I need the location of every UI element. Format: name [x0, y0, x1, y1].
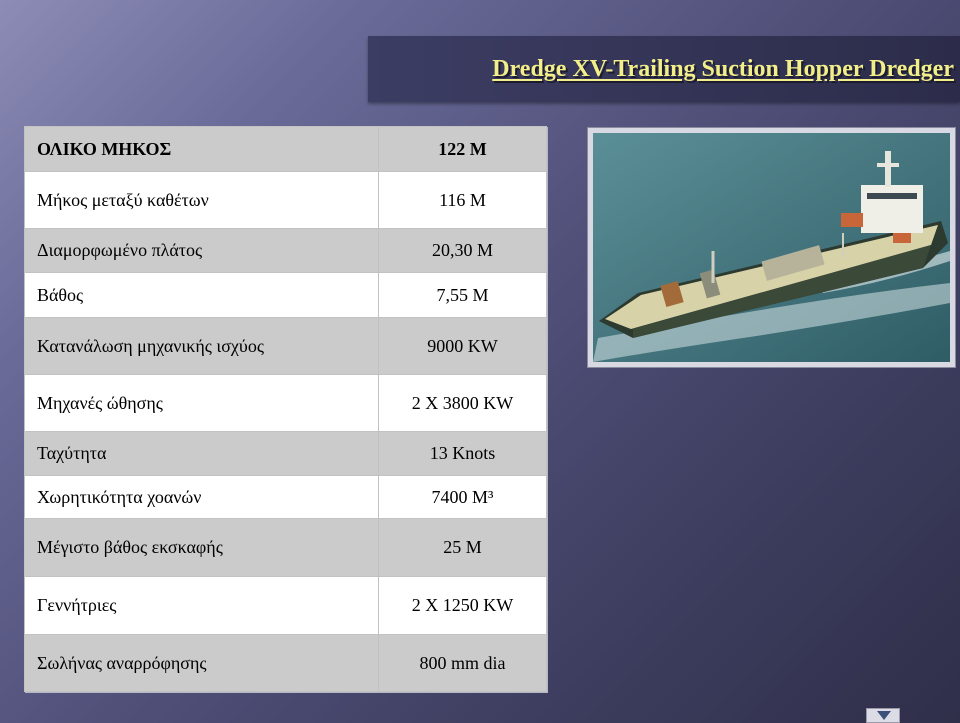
- table-row: ΟΛΙΚΟ ΜΗΚΟΣ 122 M: [24, 126, 547, 172]
- spec-label: Χωρητικότητα χοανών: [24, 475, 379, 519]
- spec-label: Κατανάλωση μηχανικής ισχύος: [24, 317, 379, 375]
- spec-value: 122 M: [378, 126, 547, 172]
- down-arrow-icon: [877, 711, 891, 720]
- spec-value: 800 mm dia: [378, 634, 547, 692]
- spec-label: Σωλήνας αναρρόφησης: [24, 634, 379, 692]
- spec-label: Μηχανές ώθησης: [24, 374, 379, 432]
- table-row: Ταχύτητα 13 Knots: [24, 431, 547, 476]
- dredger-ship-illustration: [593, 133, 950, 362]
- title-band: Dredge XV-Trailing Suction Hopper Dredge…: [368, 36, 960, 102]
- table-row: Διαμορφωμένο πλάτος 20,30 M: [24, 228, 547, 273]
- spec-label: Βάθος: [24, 272, 379, 318]
- spec-value: 116 M: [378, 171, 547, 229]
- spec-label: ΟΛΙΚΟ ΜΗΚΟΣ: [24, 126, 379, 172]
- spec-value: 2 X 3800 KW: [378, 374, 547, 432]
- table-row: Μηχανές ώθησης 2 X 3800 KW: [24, 374, 547, 432]
- spec-value: 7400 M³: [378, 475, 547, 519]
- spec-value: 7,55 M: [378, 272, 547, 318]
- table-row: Χωρητικότητα χοανών 7400 M³: [24, 475, 547, 519]
- ship-photo: [587, 127, 956, 368]
- table-row: Γεννήτριες 2 X 1250 KW: [24, 576, 547, 635]
- spec-value: 9000 KW: [378, 317, 547, 375]
- spec-value: 2 X 1250 KW: [378, 576, 547, 635]
- spec-label: Μήκος μεταξύ καθέτων: [24, 171, 379, 229]
- table-row: Βάθος 7,55 M: [24, 272, 547, 318]
- spec-label: Διαμορφωμένο πλάτος: [24, 228, 379, 273]
- spec-label: Ταχύτητα: [24, 431, 379, 476]
- nav-down-icon[interactable]: [866, 708, 900, 723]
- spec-value: 20,30 M: [378, 228, 547, 273]
- spec-value: 13 Knots: [378, 431, 547, 476]
- table-row: Μέγιστο βάθος εκσκαφής 25 M: [24, 518, 547, 577]
- spec-label: Μέγιστο βάθος εκσκαφής: [24, 518, 379, 577]
- specs-table: ΟΛΙΚΟ ΜΗΚΟΣ 122 M Μήκος μεταξύ καθέτων 1…: [24, 126, 547, 692]
- table-row: Μήκος μεταξύ καθέτων 116 M: [24, 171, 547, 229]
- spec-label: Γεννήτριες: [24, 576, 379, 635]
- slide-title: Dredge XV-Trailing Suction Hopper Dredge…: [492, 56, 954, 82]
- spec-value: 25 M: [378, 518, 547, 577]
- table-row: Σωλήνας αναρρόφησης 800 mm dia: [24, 634, 547, 692]
- table-row: Κατανάλωση μηχανικής ισχύος 9000 KW: [24, 317, 547, 375]
